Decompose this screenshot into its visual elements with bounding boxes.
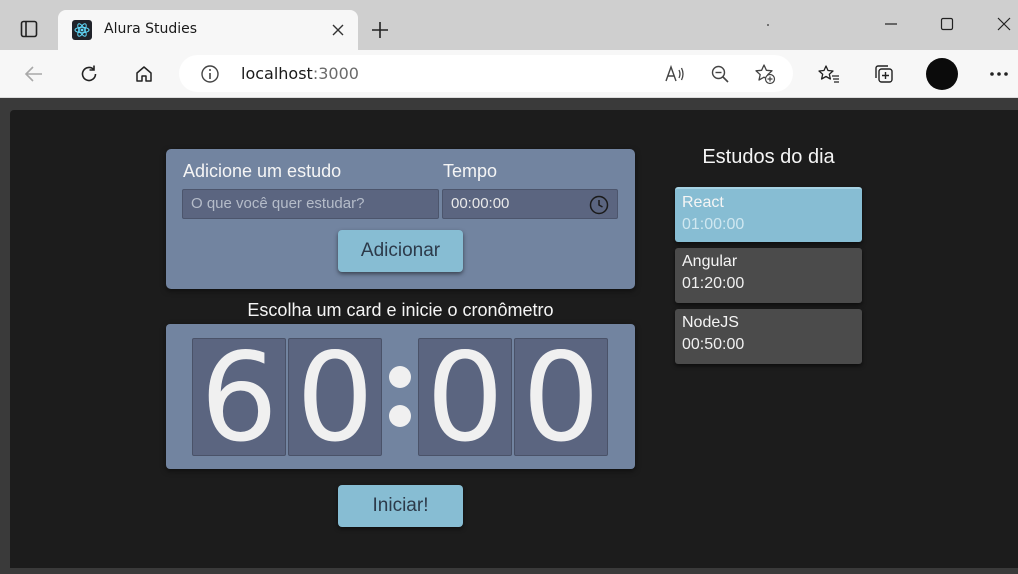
favorites-icon[interactable]	[814, 60, 844, 88]
study-card-name: Angular	[682, 253, 738, 270]
time-input[interactable]: 00:00:00	[442, 189, 618, 219]
url-host: localhost	[241, 64, 313, 83]
study-card-name: NodeJS	[682, 314, 739, 331]
stopwatch-display: 6 0 0 0	[166, 324, 635, 469]
browser-tab[interactable]: Alura Studies	[58, 10, 358, 50]
minutes-tens-digit: 6	[192, 338, 286, 456]
separator-dot	[767, 24, 769, 26]
study-card-time: 01:00:00	[682, 216, 745, 233]
collections-icon[interactable]	[869, 60, 899, 88]
study-form: Adicione um estudo Tempo O que você quer…	[166, 149, 635, 289]
colon-dot-bottom	[389, 405, 411, 427]
zoom-out-icon[interactable]	[707, 62, 733, 86]
home-icon[interactable]	[129, 60, 159, 88]
colon-dot-top	[389, 366, 411, 388]
info-icon[interactable]	[199, 63, 221, 85]
study-card-time: 01:20:00	[682, 275, 745, 292]
maximize-icon[interactable]	[933, 12, 961, 36]
profile-avatar[interactable]	[926, 58, 958, 90]
tab-title: Alura Studies	[104, 21, 198, 37]
more-menu-icon[interactable]	[984, 60, 1014, 88]
address-bar[interactable]: localhost:3000	[179, 55, 793, 92]
timer-caption: Escolha um card e inicie o cronômetro	[247, 300, 554, 320]
close-window-icon[interactable]	[990, 12, 1018, 36]
back-icon[interactable]	[19, 60, 49, 88]
react-logo-icon	[72, 20, 92, 40]
add-study-button[interactable]: Adicionar	[338, 230, 463, 272]
browser-tab-bar: Alura Studies	[0, 0, 1018, 50]
time-label: Tempo	[443, 161, 498, 181]
studies-list-title: Estudos do dia	[702, 146, 835, 168]
add-favorite-icon[interactable]	[752, 62, 778, 86]
url-port: :3000	[312, 64, 359, 83]
study-card-time: 00:50:00	[682, 336, 745, 353]
study-card-react[interactable]: React 01:00:00	[675, 187, 862, 242]
study-card-angular[interactable]: Angular 01:20:00	[675, 248, 862, 303]
close-tab-icon[interactable]	[328, 20, 348, 40]
minutes-ones-digit: 0	[288, 338, 382, 456]
url-text: localhost:3000	[241, 64, 359, 83]
study-label: Adicione um estudo	[183, 161, 342, 181]
study-card-nodejs[interactable]: NodeJS 00:50:00	[675, 309, 862, 364]
time-input-value: 00:00:00	[451, 195, 510, 212]
tab-actions-icon[interactable]	[12, 14, 46, 44]
start-timer-button[interactable]: Iniciar!	[338, 485, 463, 527]
app-container: Adicione um estudo Tempo O que você quer…	[10, 110, 1018, 568]
page-viewport: Adicione um estudo Tempo O que você quer…	[0, 98, 1018, 574]
seconds-ones-digit: 0	[514, 338, 608, 456]
seconds-tens-digit: 0	[418, 338, 512, 456]
browser-toolbar: localhost:3000	[0, 50, 1018, 98]
study-card-name: React	[682, 194, 724, 211]
study-input[interactable]: O que você quer estudar?	[182, 189, 439, 219]
clock-icon[interactable]	[589, 195, 609, 215]
refresh-icon[interactable]	[74, 60, 104, 88]
new-tab-icon[interactable]	[366, 16, 394, 44]
read-aloud-icon[interactable]	[662, 62, 688, 86]
minimize-icon[interactable]	[877, 12, 905, 36]
